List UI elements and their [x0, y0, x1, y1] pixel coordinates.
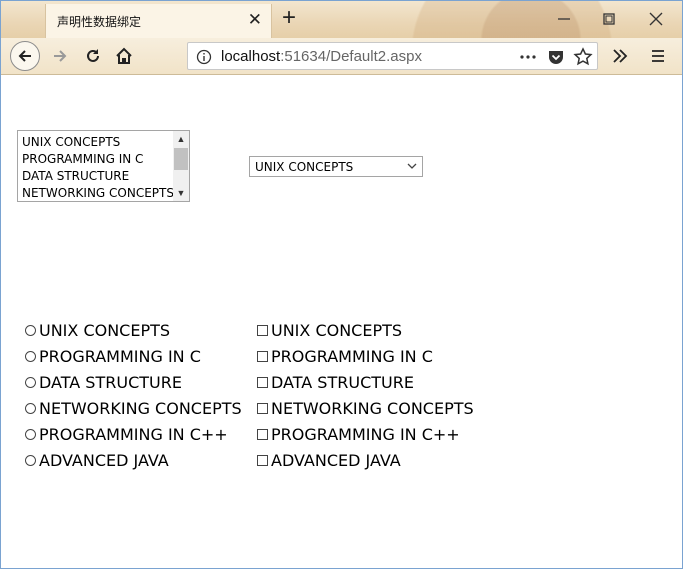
tab-title: 声明性数据绑定 — [57, 15, 142, 29]
checkbox-label[interactable]: UNIX CONCEPTS — [271, 321, 402, 340]
reload-button[interactable] — [79, 42, 107, 70]
radio-button[interactable] — [25, 454, 36, 466]
checkbox-option-programming-c[interactable]: PROGRAMMING IN C — [257, 345, 433, 367]
maximize-button[interactable] — [599, 9, 619, 29]
radio-option-programming-c[interactable]: PROGRAMMING IN C — [25, 345, 201, 367]
checkbox[interactable] — [257, 454, 268, 466]
radio-label[interactable]: ADVANCED JAVA — [39, 451, 169, 470]
checkbox-option-data-structure[interactable]: DATA STRUCTURE — [257, 371, 414, 393]
radio-label[interactable]: DATA STRUCTURE — [39, 373, 182, 392]
browser-window: 声明性数据绑定 ✕ + localhost:51634/Default2.asp… — [0, 0, 683, 569]
minimize-button[interactable] — [554, 9, 574, 29]
checkbox[interactable] — [257, 428, 268, 440]
browser-tab[interactable]: 声明性数据绑定 ✕ — [45, 4, 272, 38]
title-bar: 声明性数据绑定 ✕ + — [1, 1, 682, 38]
home-button[interactable] — [110, 42, 138, 70]
home-icon — [116, 47, 132, 64]
tab-close-icon[interactable]: ✕ — [248, 11, 262, 29]
reload-icon — [87, 49, 99, 62]
pocket-icon — [549, 51, 563, 64]
close-icon — [649, 12, 663, 26]
listbox-option[interactable]: DATA STRUCTURE — [22, 169, 129, 183]
info-icon[interactable] — [196, 49, 212, 65]
checkbox[interactable] — [257, 350, 268, 362]
radio-label[interactable]: PROGRAMMING IN C — [39, 347, 201, 366]
checkbox-label[interactable]: PROGRAMMING IN C++ — [271, 425, 460, 444]
forward-arrow-icon — [54, 50, 67, 62]
back-button[interactable] — [10, 41, 40, 71]
address-bar[interactable]: localhost:51634/Default2.aspx — [187, 42, 598, 70]
radio-button[interactable] — [25, 376, 36, 388]
star-icon — [573, 47, 593, 66]
listbox-option[interactable]: PROGRAMMING IN C — [22, 152, 143, 166]
new-tab-button[interactable]: + — [278, 6, 300, 30]
hamburger-menu-icon — [652, 50, 664, 62]
navigation-toolbar: localhost:51634/Default2.aspx — [1, 38, 682, 75]
main-menu-button[interactable] — [644, 42, 672, 70]
checkbox[interactable] — [257, 324, 268, 336]
url-path: :51634/Default2.aspx — [280, 48, 422, 65]
scroll-down-icon[interactable]: ▼ — [173, 185, 189, 201]
radio-button[interactable] — [25, 350, 36, 362]
radio-button[interactable] — [25, 324, 36, 336]
checkbox[interactable] — [257, 376, 268, 388]
course-dropdown[interactable]: UNIX CONCEPTS — [249, 156, 423, 177]
theme-background-art — [322, 1, 682, 38]
radio-label[interactable]: PROGRAMMING IN C++ — [39, 425, 228, 444]
back-arrow-icon — [18, 50, 31, 62]
radio-option-networking[interactable]: NETWORKING CONCEPTS — [25, 397, 242, 419]
radio-option-programming-cpp[interactable]: PROGRAMMING IN C++ — [25, 423, 228, 445]
double-chevron-icon — [613, 49, 628, 63]
radio-option-advanced-java[interactable]: ADVANCED JAVA — [25, 449, 169, 471]
listbox-scrollbar[interactable]: ▲ ▼ — [173, 131, 189, 201]
maximize-icon — [603, 13, 615, 25]
radio-option-unix[interactable]: UNIX CONCEPTS — [25, 319, 170, 341]
radio-button[interactable] — [25, 402, 36, 414]
checkbox-option-unix[interactable]: UNIX CONCEPTS — [257, 319, 402, 341]
pocket-button[interactable] — [546, 47, 566, 67]
chevron-down-icon — [407, 163, 417, 169]
listbox-option[interactable]: NETWORKING CONCEPTS — [22, 186, 174, 200]
checkbox[interactable] — [257, 402, 268, 414]
radio-label[interactable]: NETWORKING CONCEPTS — [39, 399, 242, 418]
scroll-thumb[interactable] — [174, 148, 188, 170]
checkbox-option-programming-cpp[interactable]: PROGRAMMING IN C++ — [257, 423, 460, 445]
url-host: localhost — [221, 48, 281, 65]
course-listbox[interactable]: UNIX CONCEPTS PROGRAMMING IN C DATA STRU… — [17, 130, 190, 202]
bookmark-button[interactable] — [573, 47, 593, 67]
radio-label[interactable]: UNIX CONCEPTS — [39, 321, 170, 340]
checkbox-option-networking[interactable]: NETWORKING CONCEPTS — [257, 397, 474, 419]
checkbox-label[interactable]: NETWORKING CONCEPTS — [271, 399, 474, 418]
checkbox-label[interactable]: DATA STRUCTURE — [271, 373, 414, 392]
checkbox-label[interactable]: ADVANCED JAVA — [271, 451, 401, 470]
minimize-icon — [558, 18, 570, 20]
checkbox-option-advanced-java[interactable]: ADVANCED JAVA — [257, 449, 401, 471]
more-actions-icon — [520, 55, 536, 59]
radio-option-data-structure[interactable]: DATA STRUCTURE — [25, 371, 182, 393]
checkbox-label[interactable]: PROGRAMMING IN C — [271, 347, 433, 366]
close-window-button[interactable] — [646, 9, 666, 29]
radio-button[interactable] — [25, 428, 36, 440]
overflow-menu-button[interactable] — [606, 42, 634, 70]
listbox-option[interactable]: UNIX CONCEPTS — [22, 135, 120, 149]
scroll-up-icon[interactable]: ▲ — [173, 131, 189, 147]
page-actions-button[interactable] — [518, 47, 538, 67]
dropdown-selected-value: UNIX CONCEPTS — [255, 160, 354, 174]
page-content: UNIX CONCEPTS PROGRAMMING IN C DATA STRU… — [1, 75, 682, 568]
forward-button[interactable] — [46, 42, 74, 70]
url-text[interactable]: localhost:51634/Default2.aspx — [221, 48, 422, 65]
